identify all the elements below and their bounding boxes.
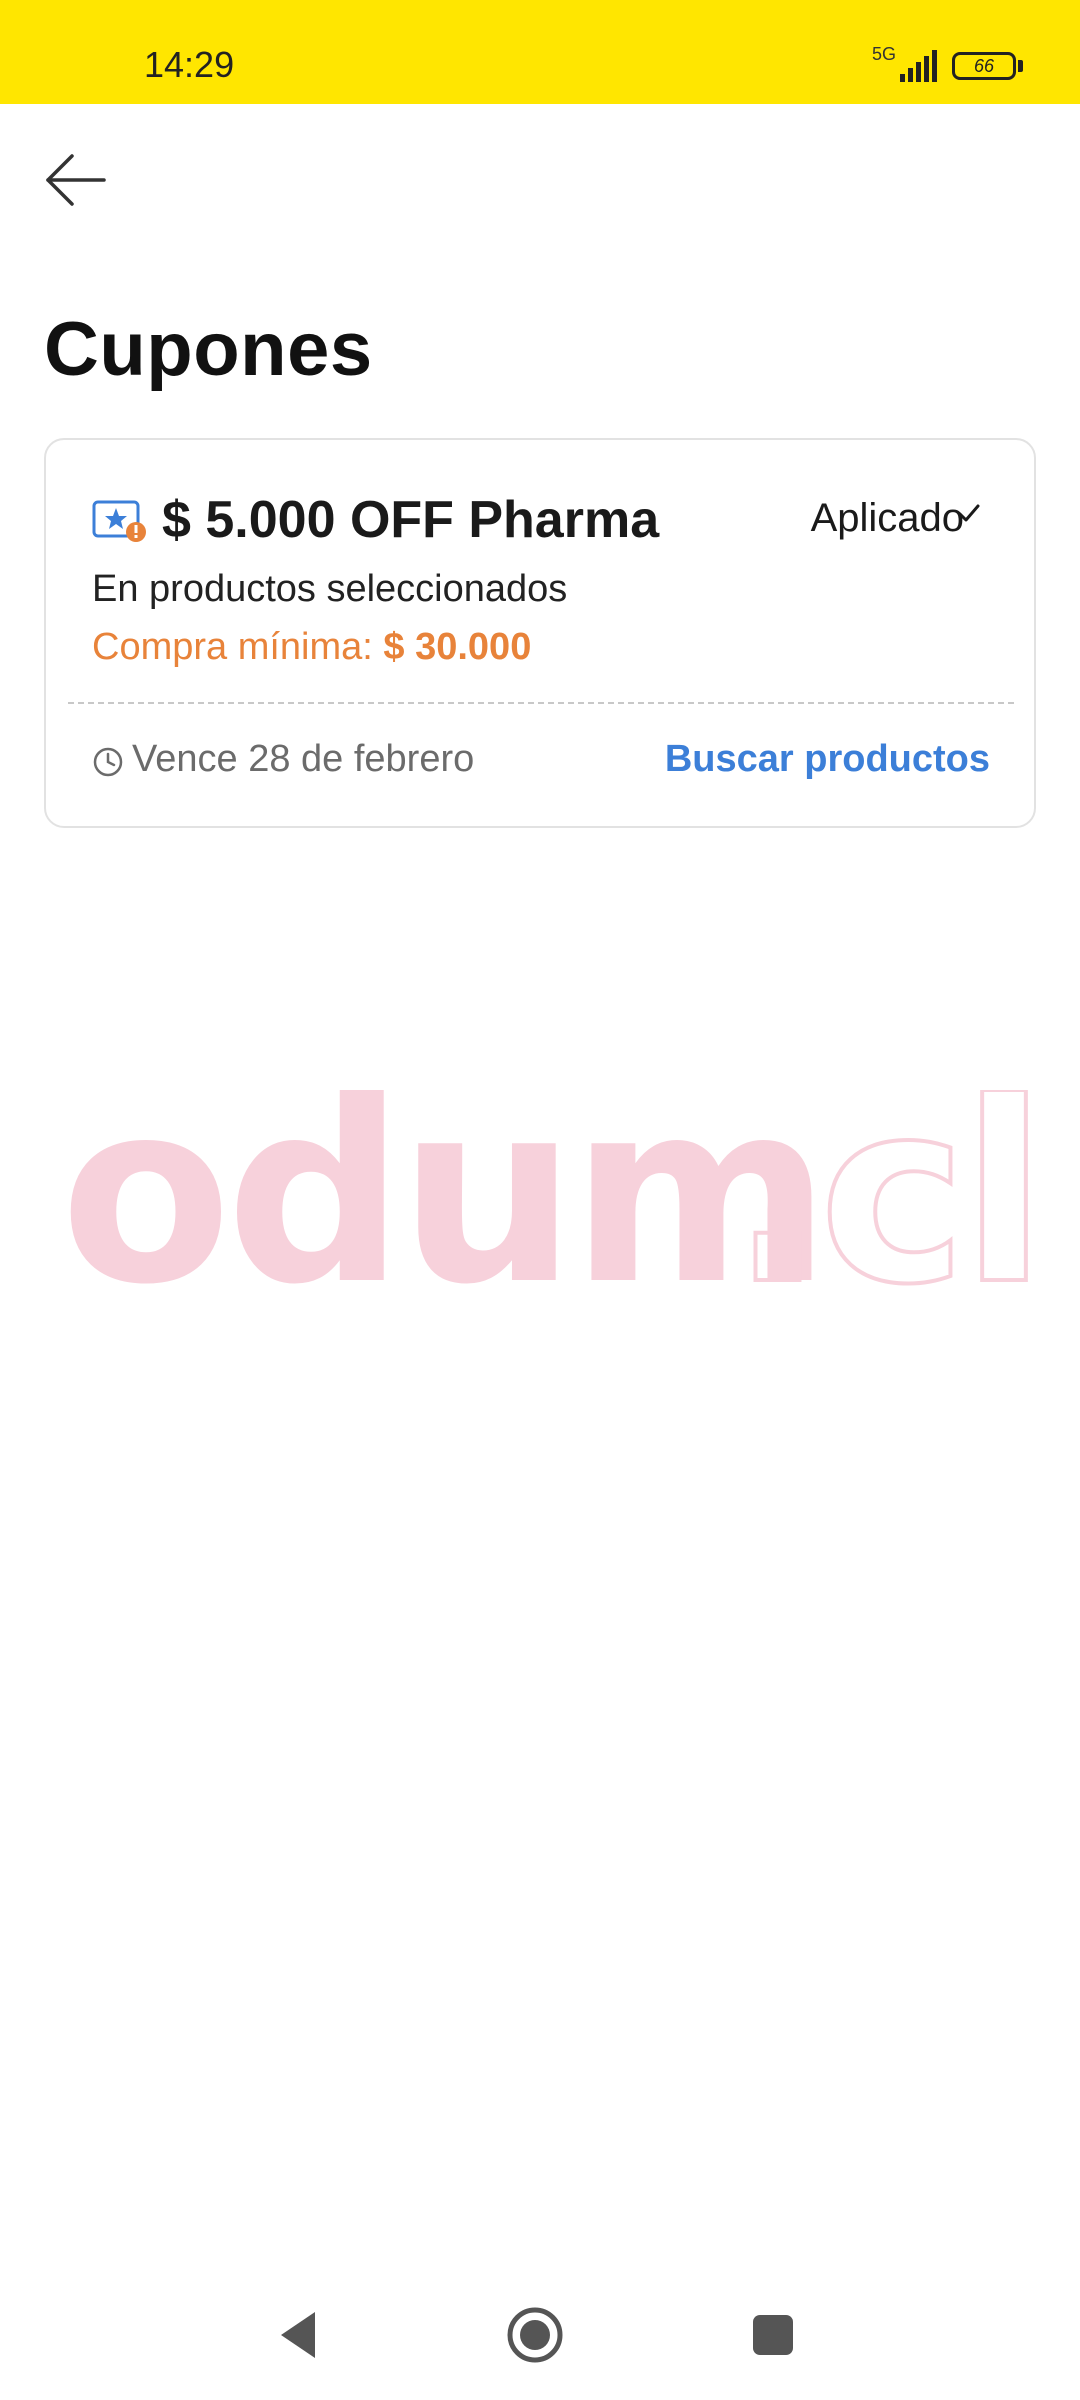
circle-home-icon[interactable] [500, 2300, 570, 2370]
min-purchase-amount: $ 30.000 [383, 626, 532, 668]
expiry-date: Vence 28 de febrero [132, 738, 475, 780]
applied-status: Aplicado [810, 496, 964, 540]
watermark-logo: odum .cl [60, 1090, 1040, 1320]
svg-text:.cl: .cl [730, 1090, 1040, 1320]
battery-tip [1018, 60, 1023, 72]
square-recents-icon[interactable] [738, 2300, 808, 2370]
status-time: 14:29 [144, 44, 235, 85]
arrow-left-icon [46, 154, 106, 206]
coupon-card[interactable]: $ 5.000 OFF Pharma Aplicado En productos… [44, 438, 1036, 828]
min-purchase-label: Compra mínima: [92, 626, 373, 668]
check-icon [958, 504, 980, 522]
battery-icon: 66 [952, 52, 1016, 80]
dashed-divider [68, 702, 1014, 704]
network-label: 5G [872, 44, 897, 64]
system-nav-bar [0, 2270, 1080, 2400]
coupon-star-icon [92, 500, 146, 542]
back-button[interactable] [44, 152, 108, 208]
clock-icon [93, 747, 123, 777]
signal-icon [900, 50, 937, 82]
search-products-link[interactable]: Buscar productos [665, 738, 990, 781]
coupon-title: $ 5.000 OFF Pharma [162, 491, 660, 549]
coupon-subtitle: En productos seleccionados [92, 568, 568, 610]
page-title: Cupones [44, 307, 373, 392]
svg-text:odum: odum [60, 1090, 825, 1320]
status-bar: 14:29 5G 66 [0, 0, 1080, 104]
min-purchase: Compra mínima: $ 30.000 [92, 626, 531, 669]
triangle-back-icon[interactable] [265, 2300, 335, 2370]
